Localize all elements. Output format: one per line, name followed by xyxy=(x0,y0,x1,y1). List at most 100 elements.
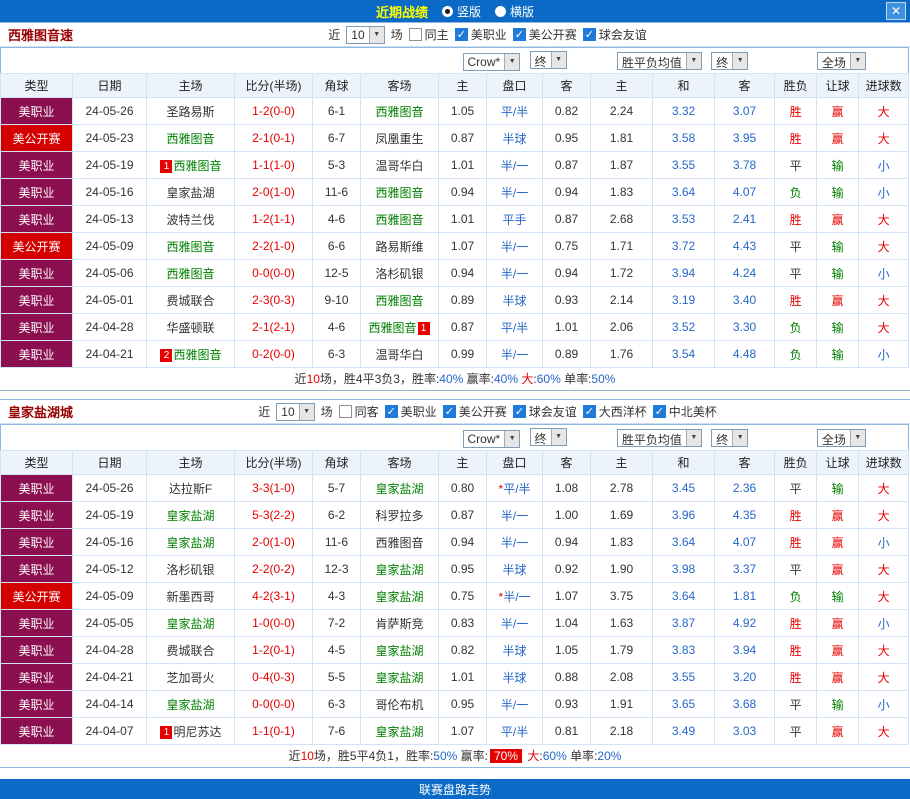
chevron-down-icon: ▼ xyxy=(550,51,566,68)
home-team-name[interactable]: 皇家盐湖 xyxy=(166,186,214,200)
summary-part: 近 xyxy=(288,749,301,763)
league-checkbox[interactable]: 中北美杯 xyxy=(652,403,717,420)
radio-icon xyxy=(495,5,506,17)
bookmaker-stage-select[interactable]: 终 ▼ xyxy=(529,50,567,69)
away-team-name[interactable]: 皇家盐湖 xyxy=(376,725,424,739)
score-cell: 0-2(0-0) xyxy=(234,340,313,368)
home-team-name[interactable]: 新墨西哥 xyxy=(166,590,214,604)
checkbox-icon xyxy=(652,405,666,418)
home-team-name[interactable]: 费城联合 xyxy=(166,644,214,658)
away-team-name[interactable]: 路易斯维 xyxy=(376,240,424,254)
league-type-cell: 美职业 xyxy=(0,313,73,341)
home-team-name[interactable]: 皇家盐湖 xyxy=(166,617,214,631)
goals-cell: 大 xyxy=(858,286,910,314)
euro-away-odds: 3.78 xyxy=(714,151,776,179)
summary-part: 单率: xyxy=(566,749,598,763)
asia-home-odds: 0.87 xyxy=(438,501,488,529)
away-team-name[interactable]: 皇家盐湖 xyxy=(376,590,424,604)
league-checkbox[interactable]: 美公开赛 xyxy=(442,403,507,420)
corner-cell: 6-6 xyxy=(312,232,361,260)
league-trend-tab[interactable]: 联赛盘路走势 xyxy=(0,779,910,799)
away-team-name[interactable]: 温哥华白 xyxy=(376,159,424,173)
handicap-value: 半/一 xyxy=(500,266,529,281)
goals-cell: 大 xyxy=(858,124,910,152)
home-team-name[interactable]: 西雅图音 xyxy=(173,159,221,173)
home-team-name[interactable]: 明尼苏达 xyxy=(173,725,221,739)
match-date: 24-05-23 xyxy=(72,124,147,152)
match-scope-select[interactable]: 全场 ▼ xyxy=(816,428,866,447)
league-checkbox[interactable]: 大西洋杯 xyxy=(582,403,647,420)
league-type-cell: 美职业 xyxy=(0,609,73,637)
vertical-layout-radio[interactable]: 竖版 xyxy=(441,3,481,20)
away-team-name[interactable]: 西雅图音 xyxy=(376,213,424,227)
bookmaker-select[interactable]: Crow* ▼ xyxy=(462,429,521,448)
close-icon[interactable]: ✕ xyxy=(886,2,906,20)
odds-stage-select[interactable]: 终 ▼ xyxy=(711,51,749,70)
odds-average-select[interactable]: 胜平负均值 ▼ xyxy=(616,51,702,70)
bookmaker-stage-select[interactable]: 终 ▼ xyxy=(529,427,567,446)
away-team-name[interactable]: 西雅图音 xyxy=(376,105,424,119)
home-team-name[interactable]: 波特兰伐 xyxy=(166,213,214,227)
column-header: 主场 xyxy=(146,450,235,475)
league-type-cell: 美职业 xyxy=(0,178,73,206)
bookmaker-select[interactable]: Crow* ▼ xyxy=(462,52,521,71)
summary-part: 近 xyxy=(294,372,307,386)
away-team-name[interactable]: 皇家盐湖 xyxy=(376,482,424,496)
away-team-name[interactable]: 温哥华白 xyxy=(376,348,424,362)
league-checkbox[interactable]: 球会友谊 xyxy=(512,403,577,420)
home-team-name[interactable]: 华盛顿联 xyxy=(166,321,214,335)
handicap-result-cell: 赢 xyxy=(816,717,860,745)
odds-average-select[interactable]: 胜平负均值 ▼ xyxy=(616,428,702,447)
league-checkbox[interactable]: 美职业 xyxy=(384,403,437,420)
euro-home-odds: 1.83 xyxy=(590,178,654,206)
home-team-name[interactable]: 洛杉矶银 xyxy=(166,563,214,577)
result-cell: 平 xyxy=(774,555,818,583)
away-team-name[interactable]: 西雅图音 xyxy=(376,294,424,308)
league-checkbox-label: 美职业 xyxy=(470,28,507,42)
recent-count-select[interactable]: 10 ▼ xyxy=(346,25,385,44)
away-team-name[interactable]: 凤凰重生 xyxy=(376,132,424,146)
checkbox-icon xyxy=(512,405,526,418)
same-venue-checkbox[interactable]: 同客 xyxy=(338,403,379,420)
away-team-name[interactable]: 洛杉矶银 xyxy=(376,267,424,281)
home-team-name[interactable]: 西雅图音 xyxy=(173,348,221,362)
asia-away-odds: 1.05 xyxy=(542,636,592,664)
home-team-name[interactable]: 皇家盐湖 xyxy=(166,698,214,712)
horizontal-layout-radio[interactable]: 横版 xyxy=(495,3,534,20)
match-date: 24-04-14 xyxy=(72,690,147,718)
league-checkbox[interactable]: 美职业 xyxy=(454,26,507,43)
chevron-down-icon: ▼ xyxy=(685,429,701,446)
league-checkbox[interactable]: 球会友谊 xyxy=(582,26,647,43)
home-team-name[interactable]: 西雅图音 xyxy=(166,132,214,146)
handicap-result-cell: 输 xyxy=(816,690,860,718)
asia-away-odds: 0.93 xyxy=(542,690,592,718)
odds-stage-select[interactable]: 终 ▼ xyxy=(711,428,749,447)
games-label: 场 xyxy=(320,405,333,419)
recent-count-select[interactable]: 10 ▼ xyxy=(276,402,315,421)
away-team-name[interactable]: 皇家盐湖 xyxy=(376,671,424,685)
euro-home-odds: 2.14 xyxy=(590,286,654,314)
same-venue-checkbox[interactable]: 同主 xyxy=(408,26,449,43)
away-team-name[interactable]: 哥伦布机 xyxy=(376,698,424,712)
home-team-name[interactable]: 皇家盐湖 xyxy=(166,536,214,550)
away-team-name[interactable]: 西雅图音 xyxy=(376,186,424,200)
league-type-cell: 美职业 xyxy=(0,501,73,529)
home-team-name[interactable]: 皇家盐湖 xyxy=(166,509,214,523)
chevron-down-icon: ▼ xyxy=(368,26,384,43)
home-team-name[interactable]: 西雅图音 xyxy=(166,267,214,281)
home-team-name[interactable]: 西雅图音 xyxy=(166,240,214,254)
home-team-name[interactable]: 费城联合 xyxy=(166,294,214,308)
away-team-name[interactable]: 西雅图音 xyxy=(376,536,424,550)
away-team-name[interactable]: 皇家盐湖 xyxy=(376,563,424,577)
league-checkbox[interactable]: 美公开赛 xyxy=(512,26,577,43)
home-team-name[interactable]: 达拉斯F xyxy=(169,482,212,496)
away-team-cell: 西雅图音 xyxy=(359,286,440,314)
away-team-name[interactable]: 西雅图音 xyxy=(369,321,417,335)
handicap-value: 半/一 xyxy=(500,158,529,173)
home-team-name[interactable]: 芝加哥火 xyxy=(166,671,214,685)
match-scope-select[interactable]: 全场 ▼ xyxy=(816,51,866,70)
away-team-name[interactable]: 科罗拉多 xyxy=(376,509,424,523)
home-team-name[interactable]: 圣路易斯 xyxy=(166,105,214,119)
away-team-name[interactable]: 皇家盐湖 xyxy=(376,644,424,658)
away-team-name[interactable]: 肯萨斯竞 xyxy=(376,617,424,631)
